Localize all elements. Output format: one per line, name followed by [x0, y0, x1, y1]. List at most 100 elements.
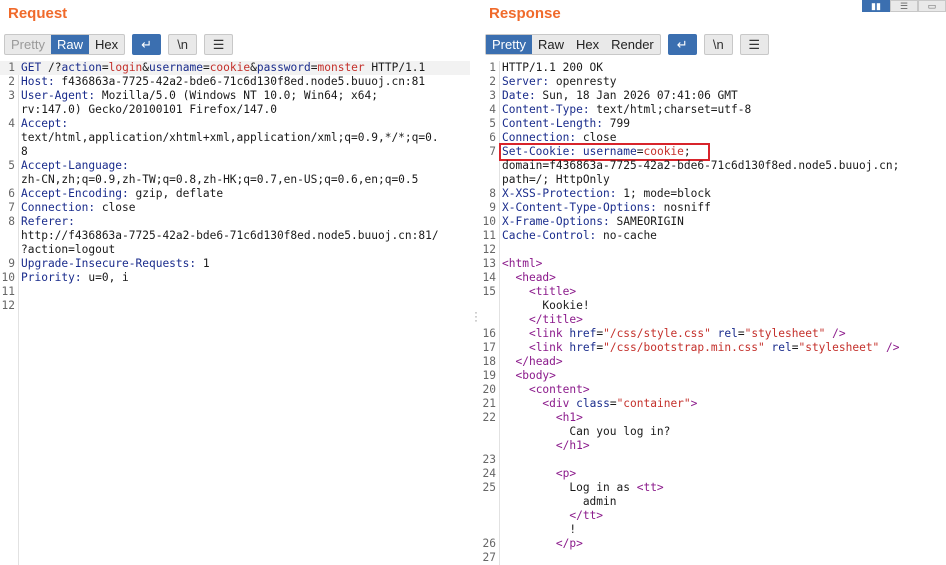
request-wrap-lines-button[interactable]: ↵ [132, 34, 162, 55]
response-line-text: Log in as <tt> [502, 481, 664, 494]
response-line-text: admin [502, 495, 617, 508]
request-code-line: 11 [0, 285, 470, 299]
request-code-line: 8 Referer: [0, 215, 470, 229]
request-line-text: Host: f436863a-7725-42a2-bde6-71c6d130f8… [21, 75, 426, 88]
response-tab-pretty[interactable]: Pretty [486, 35, 532, 54]
response-line-number: 17 [482, 341, 496, 354]
request-line-text: ?action=logout [21, 243, 116, 256]
response-line-number: 22 [482, 411, 496, 424]
response-line-number: 11 [482, 229, 496, 242]
response-tab-render[interactable]: Render [605, 35, 660, 54]
response-line-number: 23 [482, 453, 496, 466]
response-line-text: Cache-Control: no-cache [502, 229, 657, 242]
response-show-newlines-button[interactable]: \n [703, 34, 733, 55]
response-menu-button[interactable]: ☰ [739, 34, 769, 55]
response-code-line: 14 <head> [481, 271, 946, 285]
response-line-number: 24 [482, 467, 496, 480]
response-line-number: 27 [482, 551, 496, 564]
response-code-line: ! [481, 523, 946, 537]
response-line-text: </tt> [569, 509, 604, 522]
response-line-number: 25 [482, 481, 496, 494]
response-code-line: 1 HTTP/1.1 200 OK [481, 61, 946, 75]
request-line-number: 1 [8, 61, 15, 74]
pane-divider-handle[interactable]: · · · [474, 306, 478, 326]
response-line-number: 13 [482, 257, 496, 270]
response-code-line: 9 X-Content-Type-Options: nosniff [481, 201, 946, 215]
response-line-number: 12 [482, 243, 496, 256]
response-line-text: Kookie! [502, 299, 590, 312]
request-line-text: Referer: [21, 215, 75, 228]
response-code-line: 2 Server: openresty [481, 75, 946, 89]
response-line-text: Set-Cookie: username=cookie; [502, 145, 691, 158]
request-line-number: 7 [8, 201, 15, 214]
request-line-number: 8 [8, 215, 15, 228]
response-line-number: 8 [489, 187, 496, 200]
response-line-text: Date: Sun, 18 Jan 2026 07:41:06 GMT [502, 89, 738, 102]
response-code-line: 10 X-Frame-Options: SAMEORIGIN [481, 215, 946, 229]
response-code-line: 25 Log in as <tt> [481, 481, 946, 495]
request-code-line: 3 User-Agent: Mozilla/5.0 (Windows NT 10.… [0, 89, 470, 103]
request-code-line: ?action=logout [0, 243, 470, 257]
response-code-line: </h1> [481, 439, 946, 453]
request-line-text: Accept: [21, 117, 69, 130]
response-code-line: 21 <div class="container"> [481, 397, 946, 411]
show-newlines-icon: \n [712, 37, 724, 52]
response-code-line: 18 </head> [481, 355, 946, 369]
response-line-number: 5 [489, 117, 496, 130]
response-code-line: 11 Cache-Control: no-cache [481, 229, 946, 243]
response-code-line: 13 <html> [481, 257, 946, 271]
request-code-line: 12 [0, 299, 470, 313]
response-line-text: X-XSS-Protection: 1; mode=block [502, 187, 711, 200]
response-wrap-lines-button[interactable]: ↵ [667, 34, 697, 55]
response-code-line: path=/; HttpOnly [481, 173, 946, 187]
request-view-tabs: Pretty Raw Hex [4, 34, 126, 55]
response-code-line: Kookie! [481, 299, 946, 313]
request-line-number: 2 [8, 75, 15, 88]
response-code-line: 3 Date: Sun, 18 Jan 2026 07:41:06 GMT [481, 89, 946, 103]
request-code-line: 8 [0, 145, 470, 159]
response-line-text: Can you log in? [502, 425, 671, 438]
request-editor[interactable]: 1 GET /?action=login&username=cookie&pass… [0, 61, 470, 565]
response-code-line: admin [481, 495, 946, 509]
request-line-text: text/html,application/xhtml+xml,applicat… [21, 131, 439, 144]
response-line-text: <link href="/css/bootstrap.min.css" rel=… [528, 341, 900, 354]
response-code-line: 12 [481, 243, 946, 257]
request-line-text: GET /?action=login&username=cookie&passw… [21, 61, 426, 74]
request-menu-button[interactable]: ☰ [204, 34, 234, 55]
response-line-text: <head> [515, 271, 556, 284]
request-tab-hex[interactable]: Hex [89, 35, 124, 54]
hamburger-menu-icon: ☰ [212, 36, 225, 52]
request-tab-pretty[interactable]: Pretty [5, 35, 51, 54]
response-code-line: 20 <content> [481, 383, 946, 397]
response-code-line: 24 <p> [481, 467, 946, 481]
response-line-text: </head> [515, 355, 563, 368]
response-code-line: 27 [481, 551, 946, 565]
response-line-number: 21 [482, 397, 496, 410]
response-pane: Response Pretty Raw Hex Render ↵ \n ☰ 1H… [481, 0, 946, 565]
response-line-number: 1 [489, 61, 496, 74]
request-show-newlines-button[interactable]: \n [168, 34, 198, 55]
request-line-text: rv:147.0) Gecko/20100101 Firefox/147.0 [21, 103, 277, 116]
request-code-line: 1 GET /?action=login&username=cookie&pass… [0, 61, 470, 75]
request-line-text: zh-CN,zh;q=0.9,zh-TW;q=0.8,zh-HK;q=0.7,e… [21, 173, 419, 186]
response-tab-hex[interactable]: Hex [570, 35, 605, 54]
response-line-number: 7 [489, 145, 496, 158]
response-line-number: 2 [489, 75, 496, 88]
response-code-line: domain=f436863a-7725-42a2-bde6-71c6d130f… [481, 159, 946, 173]
response-tab-raw[interactable]: Raw [532, 35, 570, 54]
request-tab-raw[interactable]: Raw [50, 35, 89, 54]
response-line-number: 14 [482, 271, 496, 284]
request-code-line: 10 Priority: u=0, i [0, 271, 470, 285]
response-code-line: 7 Set-Cookie: username=cookie; [481, 145, 946, 159]
request-code-line: 4 Accept: [0, 117, 470, 131]
response-code-line: 19 <body> [481, 369, 946, 383]
request-line-number: 10 [1, 271, 15, 284]
response-line-number: 20 [482, 383, 496, 396]
show-newlines-icon: \n [177, 37, 189, 52]
response-title: Response [489, 5, 561, 22]
response-editor[interactable]: 1 HTTP/1.1 200 OK 2 Server: openresty 3 Date:… [481, 61, 946, 565]
response-line-text: X-Frame-Options: SAMEORIGIN [502, 215, 684, 228]
response-line-number: 10 [482, 215, 496, 228]
request-line-number: 4 [8, 117, 15, 130]
response-code-line: </title> [481, 313, 946, 327]
